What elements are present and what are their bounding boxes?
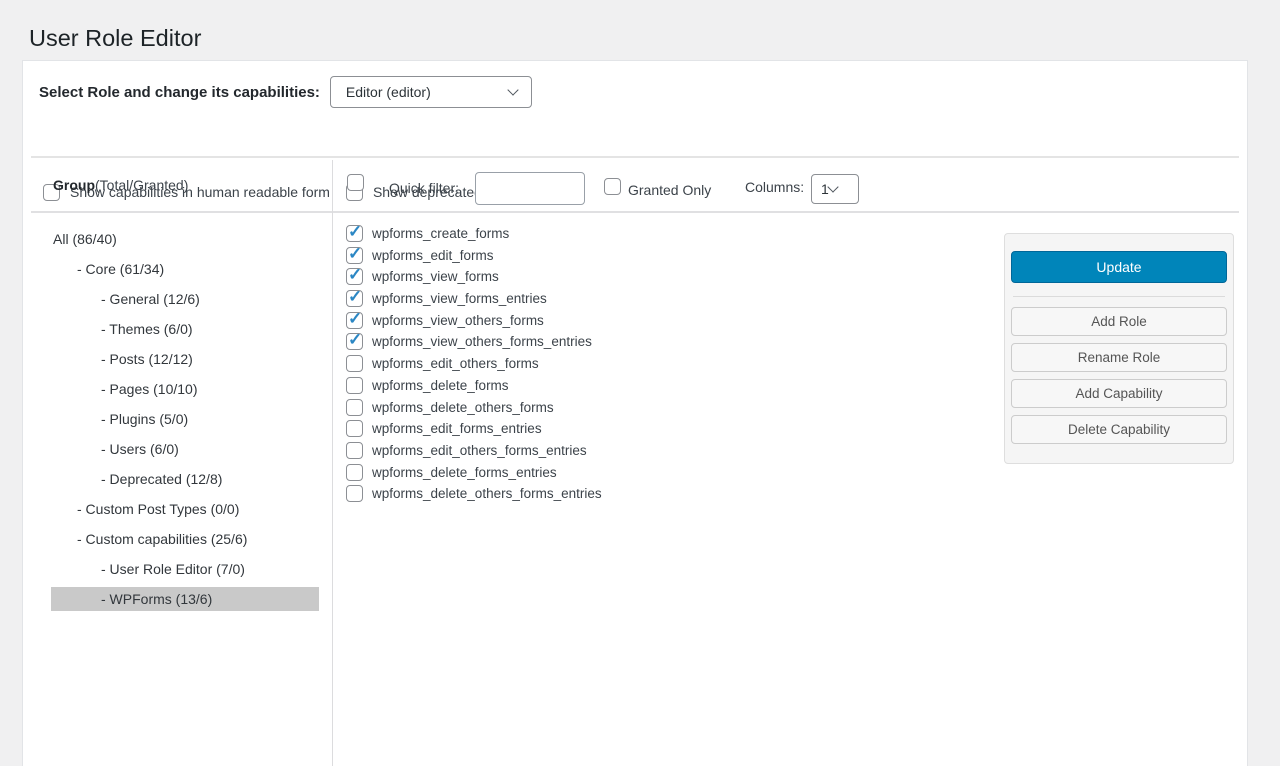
group-tree-item[interactable]: - Custom capabilities (25/6) bbox=[51, 527, 319, 551]
capability-checkbox[interactable] bbox=[346, 399, 363, 416]
capability-row: wpforms_delete_others_forms bbox=[346, 399, 602, 416]
select-all-checkbox[interactable] bbox=[347, 174, 364, 191]
capability-checkbox[interactable] bbox=[346, 225, 363, 242]
group-tree-item[interactable]: - Posts (12/12) bbox=[51, 347, 319, 371]
capability-label: wpforms_delete_others_forms_entries bbox=[372, 486, 602, 501]
capability-row: wpforms_view_forms_entries bbox=[346, 290, 602, 307]
group-tree-item[interactable]: - Pages (10/10) bbox=[51, 377, 319, 401]
group-column-header: Group (Total/Granted) bbox=[53, 158, 188, 212]
role-selector-row: Select Role and change its capabilities:… bbox=[39, 76, 532, 108]
chevron-down-icon bbox=[507, 84, 518, 95]
capability-row: wpforms_view_others_forms_entries bbox=[346, 333, 602, 350]
capability-label: wpforms_view_others_forms_entries bbox=[372, 334, 592, 349]
role-selector-label: Select Role and change its capabilities: bbox=[39, 84, 320, 101]
capability-row: wpforms_view_others_forms bbox=[346, 312, 602, 329]
group-header-bold: Group bbox=[53, 177, 95, 193]
action-button[interactable]: Add Capability bbox=[1011, 379, 1227, 408]
capability-row: wpforms_edit_others_forms bbox=[346, 355, 602, 372]
granted-only-label: Granted Only bbox=[628, 182, 711, 198]
action-button[interactable]: Add Role bbox=[1011, 307, 1227, 336]
group-tree-item[interactable]: - Users (6/0) bbox=[51, 437, 319, 461]
capability-label: wpforms_delete_forms bbox=[372, 378, 509, 393]
user-role-editor-panel: Select Role and change its capabilities:… bbox=[22, 60, 1248, 766]
capability-checkbox[interactable] bbox=[346, 464, 363, 481]
group-tree-item[interactable]: - Custom Post Types (0/0) bbox=[51, 497, 319, 521]
capability-row: wpforms_edit_others_forms_entries bbox=[346, 442, 602, 459]
secondary-actions: Add Role Rename Role Add Capability Delete … bbox=[1011, 307, 1227, 444]
role-select-value: Editor (editor) bbox=[346, 84, 509, 100]
capability-label: wpforms_delete_others_forms bbox=[372, 400, 554, 415]
capabilities-list: wpforms_create_forms wpforms_edit_forms … bbox=[346, 225, 602, 507]
quick-filter-input[interactable] bbox=[475, 172, 585, 205]
capability-checkbox[interactable] bbox=[346, 290, 363, 307]
capability-checkbox[interactable] bbox=[346, 442, 363, 459]
capability-label: wpforms_create_forms bbox=[372, 226, 509, 241]
capability-checkbox[interactable] bbox=[346, 333, 363, 350]
group-tree-item[interactable]: - General (12/6) bbox=[51, 287, 319, 311]
capability-row: wpforms_edit_forms_entries bbox=[346, 420, 602, 437]
action-button[interactable]: Rename Role bbox=[1011, 343, 1227, 372]
group-tree: All (86/40) - Core (61/34) - General (12/6… bbox=[23, 227, 332, 617]
page-title: User Role Editor bbox=[29, 25, 201, 52]
action-button[interactable]: Delete Capability bbox=[1011, 415, 1227, 444]
divider bbox=[31, 211, 1239, 213]
divider bbox=[31, 156, 1239, 158]
group-tree-item[interactable]: - Plugins (5/0) bbox=[51, 407, 319, 431]
group-tree-item[interactable]: - Core (61/34) bbox=[51, 257, 319, 281]
capability-row: wpforms_delete_forms_entries bbox=[346, 464, 602, 481]
columns-label: Columns: bbox=[745, 179, 804, 195]
capability-row: wpforms_create_forms bbox=[346, 225, 602, 242]
group-tree-item[interactable]: - Deprecated (12/8) bbox=[51, 467, 319, 491]
capability-label: wpforms_edit_others_forms_entries bbox=[372, 443, 587, 458]
columns-select-value: 1 bbox=[821, 181, 829, 197]
quick-filter-label: Quick filter: bbox=[389, 180, 459, 196]
capability-label: wpforms_view_forms_entries bbox=[372, 291, 547, 306]
granted-only-checkbox[interactable] bbox=[604, 178, 621, 195]
divider bbox=[332, 160, 333, 766]
group-tree-item[interactable]: All (86/40) bbox=[51, 227, 319, 251]
capability-row: wpforms_edit_forms bbox=[346, 247, 602, 264]
capability-checkbox[interactable] bbox=[346, 355, 363, 372]
capability-checkbox[interactable] bbox=[346, 247, 363, 264]
columns-select[interactable]: 1 bbox=[811, 174, 859, 204]
group-tree-item[interactable]: - WPForms (13/6) bbox=[51, 587, 319, 611]
role-select[interactable]: Editor (editor) bbox=[330, 76, 532, 108]
capability-checkbox[interactable] bbox=[346, 268, 363, 285]
capability-row: wpforms_view_forms bbox=[346, 268, 602, 285]
divider bbox=[1013, 296, 1225, 297]
capability-label: wpforms_edit_others_forms bbox=[372, 356, 539, 371]
capability-label: wpforms_view_others_forms bbox=[372, 313, 544, 328]
capability-row: wpforms_delete_others_forms_entries bbox=[346, 485, 602, 502]
actions-panel: Update Add Role Rename Role Add Capability… bbox=[1004, 233, 1234, 464]
update-button[interactable]: Update bbox=[1011, 251, 1227, 283]
capability-row: wpforms_delete_forms bbox=[346, 377, 602, 394]
capability-checkbox[interactable] bbox=[346, 420, 363, 437]
capability-label: wpforms_view_forms bbox=[372, 269, 499, 284]
capability-checkbox[interactable] bbox=[346, 485, 363, 502]
capability-checkbox[interactable] bbox=[346, 377, 363, 394]
group-tree-item[interactable]: - Themes (6/0) bbox=[51, 317, 319, 341]
capability-label: wpforms_edit_forms_entries bbox=[372, 421, 542, 436]
capability-label: wpforms_delete_forms_entries bbox=[372, 465, 557, 480]
capability-checkbox[interactable] bbox=[346, 312, 363, 329]
group-tree-item[interactable]: - User Role Editor (7/0) bbox=[51, 557, 319, 581]
group-header-rest: (Total/Granted) bbox=[95, 177, 188, 193]
capability-label: wpforms_edit_forms bbox=[372, 248, 494, 263]
